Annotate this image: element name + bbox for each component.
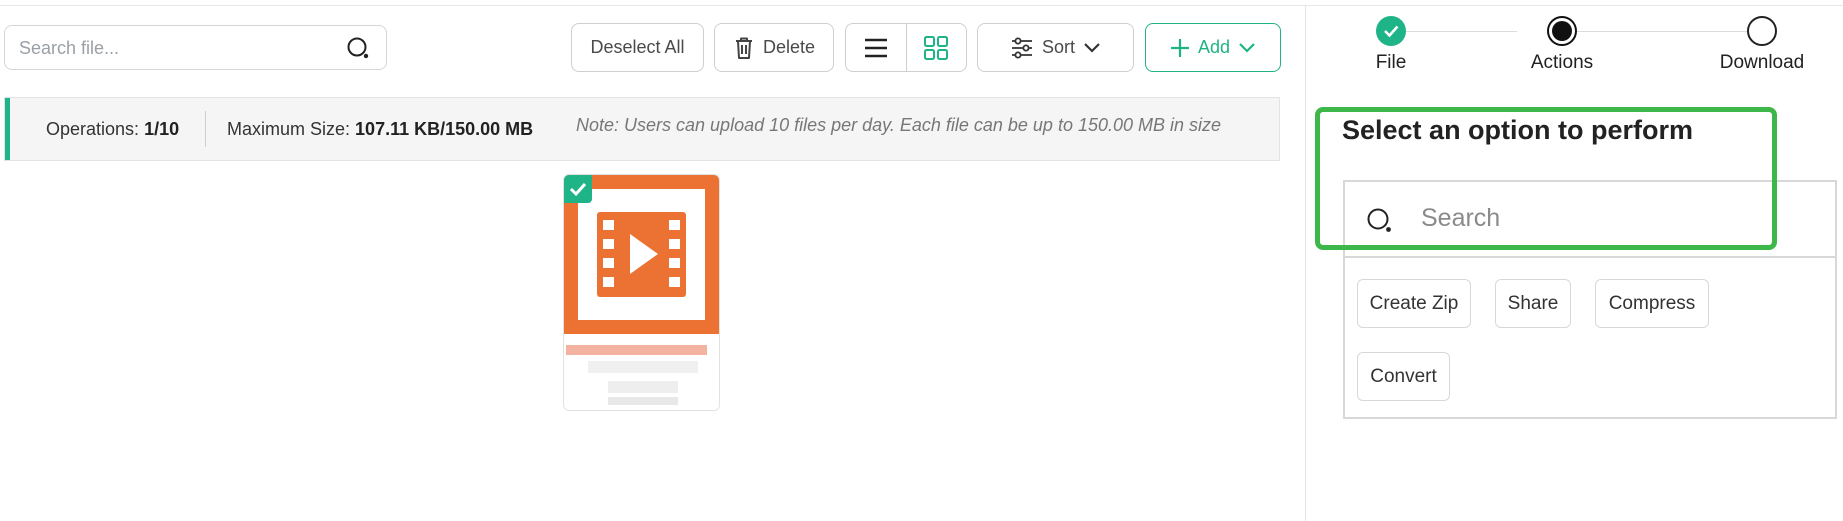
usage-info-bar: Operations: 1/10 Maximum Size: 107.11 KB… <box>4 97 1280 161</box>
file-search-placeholder: Search file... <box>19 38 120 58</box>
maximum-size: Maximum Size: 107.11 KB/150.00 MB <box>227 119 534 139</box>
chevron-down-icon <box>1084 42 1100 53</box>
video-file-icon <box>597 212 686 297</box>
deselect-all-button[interactable]: Deselect All <box>571 23 704 72</box>
top-border <box>0 0 1843 6</box>
sort-label: Sort <box>1041 37 1075 57</box>
search-icon[interactable] <box>346 36 372 62</box>
panel-divider <box>1305 5 1306 521</box>
operations-value: 1/10 <box>144 119 180 139</box>
info-accent-bar <box>5 98 10 160</box>
view-toggle <box>845 23 967 72</box>
grid-icon <box>924 35 949 60</box>
step-download-pending-icon <box>1747 16 1777 46</box>
deselect-all-label: Deselect All <box>590 37 685 57</box>
add-button[interactable]: Add <box>1145 23 1281 72</box>
check-icon <box>569 182 587 197</box>
maximum-size-value: 107.11 KB/150.00 MB <box>355 119 534 139</box>
chevron-down-icon <box>1239 42 1255 53</box>
sliders-icon <box>1011 37 1032 58</box>
share-button[interactable]: Share <box>1495 279 1571 328</box>
file-search-input[interactable]: Search file... <box>4 25 387 70</box>
selected-checkbox[interactable] <box>564 175 592 203</box>
list-icon <box>864 38 887 57</box>
delete-label: Delete <box>762 37 816 57</box>
operations-count: Operations: 1/10 <box>46 119 180 139</box>
file-meta-placeholder <box>588 361 698 373</box>
step-label-file: File <box>1375 52 1407 73</box>
info-separator <box>205 111 206 147</box>
trash-icon <box>735 37 752 59</box>
file-meta-placeholder <box>608 381 678 393</box>
file-card[interactable] <box>563 174 720 411</box>
step-file-done-icon <box>1376 16 1406 46</box>
convert-button[interactable]: Convert <box>1357 352 1450 401</box>
step-actions-current-icon <box>1547 16 1577 46</box>
sort-button[interactable]: Sort <box>977 23 1134 72</box>
upload-note: Note: Users can upload 10 files per day.… <box>576 115 1222 135</box>
list-view-button[interactable] <box>846 24 906 71</box>
delete-button[interactable]: Delete <box>714 23 834 72</box>
focus-highlight <box>1315 107 1777 250</box>
file-meta-placeholder <box>608 397 678 405</box>
step-label-download: Download <box>1719 52 1805 73</box>
file-thumbnail <box>564 175 719 334</box>
add-label: Add <box>1197 37 1231 57</box>
search-divider <box>1345 256 1835 258</box>
stepper-line <box>1406 31 1517 32</box>
compress-button[interactable]: Compress <box>1595 279 1709 328</box>
step-label-actions: Actions <box>1530 52 1594 73</box>
grid-view-button[interactable] <box>905 24 967 71</box>
plus-icon <box>1170 38 1189 57</box>
create-zip-button[interactable]: Create Zip <box>1357 279 1471 328</box>
stepper-line <box>1577 31 1749 32</box>
file-name-placeholder <box>566 345 707 355</box>
